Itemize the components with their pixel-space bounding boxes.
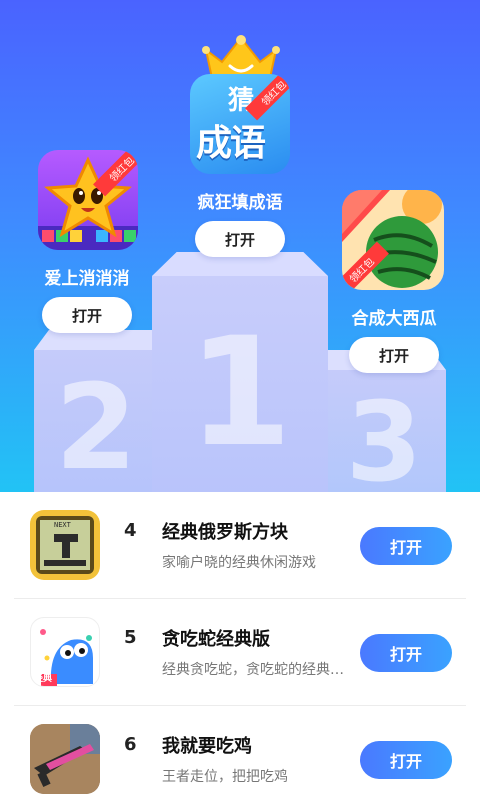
open-button-rank-2[interactable]: 打开 [42, 297, 132, 333]
podium-block-2: 2 [34, 330, 158, 492]
shooter-game-icon [30, 724, 100, 794]
podium-name-1: 疯狂填成语 [197, 193, 283, 213]
game-title: 我就要吃鸡 [162, 736, 252, 757]
game-description: 经典贪吃蛇，贪吃蛇的经典玩法 [162, 662, 347, 678]
rank-number: 5 [124, 627, 137, 648]
podium-header: 2 3 1 猜 成语 领红包 疯狂填成语 打开 领红包 爱上消消消 打开 领红包… [0, 0, 480, 492]
idiom-game-icon[interactable]: 猜 成语 领红包 [190, 74, 290, 174]
podium-name-3: 合成大西瓜 [351, 309, 437, 329]
open-button-rank-5[interactable]: 打开 [360, 634, 452, 672]
open-button-rank-1[interactable]: 打开 [195, 221, 285, 257]
list-item[interactable]: NEXT 4 经典俄罗斯方块 家喻户晓的经典休闲游戏 打开 [0, 492, 480, 599]
podium-number-2: 2 [54, 358, 138, 492]
icon-glyph-main: 成语 [196, 123, 266, 164]
watermelon-game-icon[interactable]: 领红包 [342, 190, 444, 290]
rifle-icon [30, 724, 100, 794]
open-button-rank-3[interactable]: 打开 [349, 337, 439, 373]
game-list: NEXT 4 经典俄罗斯方块 家喻户晓的经典休闲游戏 打开 经典 5 贪吃蛇经典… [0, 492, 480, 800]
snake-game-icon: 经典 [30, 617, 100, 687]
open-button-rank-4[interactable]: 打开 [360, 527, 452, 565]
podium-block-1: 1 [152, 252, 328, 492]
rank-number: 4 [124, 520, 137, 541]
podium-number-1: 1 [187, 306, 293, 480]
rank-number: 6 [124, 734, 137, 755]
tetris-game-icon: NEXT [30, 510, 100, 580]
star-match-game-icon[interactable]: 领红包 [38, 150, 138, 250]
game-description: 家喻户晓的经典休闲游戏 [162, 555, 316, 571]
game-description: 王者走位，把把吃鸡 [162, 769, 288, 785]
icon-caption: 经典 [34, 674, 53, 684]
list-item[interactable]: 经典 5 贪吃蛇经典版 经典贪吃蛇，贪吃蛇的经典玩法 打开 [0, 599, 480, 706]
podium-number-3: 3 [345, 378, 423, 492]
game-title: 经典俄罗斯方块 [162, 522, 288, 543]
game-title: 贪吃蛇经典版 [162, 629, 270, 650]
icon-caption: NEXT [54, 521, 71, 529]
podium-name-2: 爱上消消消 [44, 269, 130, 289]
open-button-rank-6[interactable]: 打开 [360, 741, 452, 779]
list-item[interactable]: 6 我就要吃鸡 王者走位，把把吃鸡 打开 [0, 706, 480, 800]
